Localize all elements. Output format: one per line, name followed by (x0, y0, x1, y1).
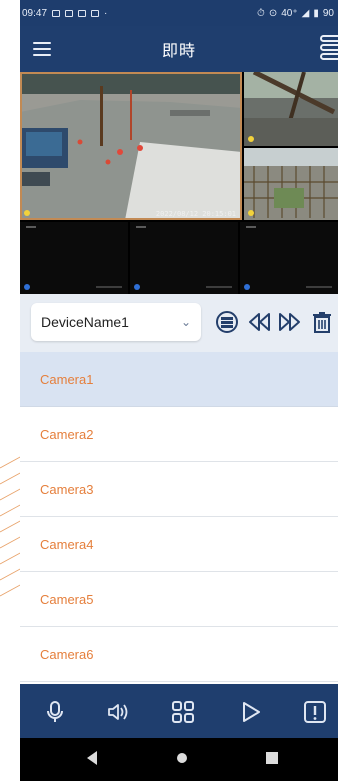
alert-icon[interactable] (302, 699, 328, 725)
camera-feed-3 (244, 148, 338, 220)
camera-label: Camera6 (40, 646, 94, 662)
camera-grid: 2022/08/12 20:15:01 (20, 72, 338, 294)
status-dot (244, 284, 250, 290)
overlay-mark (136, 226, 146, 228)
rewind-icon[interactable] (248, 310, 272, 334)
notification-icon (52, 9, 61, 17)
camera-tile-6[interactable] (240, 222, 338, 294)
camera-tile-2[interactable] (244, 72, 338, 146)
bottom-toolbar (20, 684, 338, 738)
page-title: 即時 (161, 43, 196, 60)
camera-tile-1[interactable]: 2022/08/12 20:15:01 (20, 72, 242, 220)
play-icon[interactable] (238, 699, 264, 725)
camera-label: Camera3 (40, 481, 94, 497)
recents-icon[interactable] (266, 752, 278, 764)
camera-label: Camera5 (40, 591, 94, 607)
camera-list-item[interactable]: Camera4 (20, 517, 338, 572)
grid-layout-icon[interactable] (170, 699, 196, 725)
more-dot-icon: · (104, 7, 108, 19)
status-bar: 09:47 · ⏱ ⊙ 40⁺ ◢ ▮ 90 (20, 0, 338, 26)
server-stack-icon[interactable] (215, 310, 239, 334)
home-icon[interactable] (177, 753, 187, 763)
status-dot (248, 210, 254, 216)
camera-label: Camera2 (40, 426, 94, 442)
trash-icon[interactable] (310, 310, 334, 334)
camera-label: Camera1 (40, 371, 94, 387)
camera-feed-1 (20, 72, 242, 220)
device-dropdown[interactable]: DeviceName1 ⌄ (31, 303, 201, 341)
battery-level: 90 (322, 7, 334, 19)
status-dot (248, 136, 254, 142)
overlay-mark (96, 286, 122, 288)
status-dot (24, 210, 30, 216)
mail-icon (91, 9, 100, 17)
notification-icon (65, 9, 74, 17)
camera-tile-5[interactable] (130, 222, 238, 294)
overlay-mark (246, 226, 256, 228)
status-dot (24, 284, 30, 290)
battery-icon: ▮ (313, 7, 319, 19)
camera-tile-4[interactable] (20, 222, 128, 294)
status-time: 09:47 (22, 7, 48, 19)
chevron-down-icon: ⌄ (180, 315, 191, 329)
camera-feed-2 (244, 72, 338, 146)
app-bar: 即時 (20, 26, 338, 72)
system-nav-bar (20, 738, 338, 781)
alarm-icon: ⏱ (257, 7, 265, 19)
camera-list-item[interactable]: Camera2 (20, 407, 338, 462)
status-dot (134, 284, 140, 290)
overlay-mark (26, 226, 36, 228)
microphone-icon[interactable] (42, 699, 68, 725)
camera-list-item[interactable]: Camera3 (20, 462, 338, 517)
notification-icon (78, 9, 87, 17)
device-dropdown-value: DeviceName1 (41, 314, 129, 330)
speaker-icon[interactable] (105, 699, 131, 725)
fast-forward-icon[interactable] (277, 310, 301, 334)
camera-list-item[interactable]: Camera1 (20, 352, 338, 407)
hotspot-icon: ⊙ (268, 7, 278, 19)
overlay-mark (206, 286, 232, 288)
camera-label: Camera4 (40, 536, 94, 552)
camera-timestamp: 2022/08/12 20:15:01 (155, 210, 236, 218)
menu-icon[interactable] (30, 38, 54, 60)
camera-list: Camera1 Camera2 Camera3 Camera4 Camera5 … (20, 352, 338, 684)
device-controls: DeviceName1 ⌄ (20, 294, 338, 352)
camera-tile-3[interactable] (244, 148, 338, 220)
back-icon[interactable] (85, 750, 99, 766)
camera-list-item[interactable]: Camera5 (20, 572, 338, 627)
server-list-icon[interactable] (320, 35, 338, 63)
signal-icon: ◢ (301, 7, 310, 19)
network-type: 40⁺ (281, 7, 298, 19)
camera-list-item[interactable]: Camera6 (20, 627, 338, 682)
overlay-mark (306, 286, 332, 288)
